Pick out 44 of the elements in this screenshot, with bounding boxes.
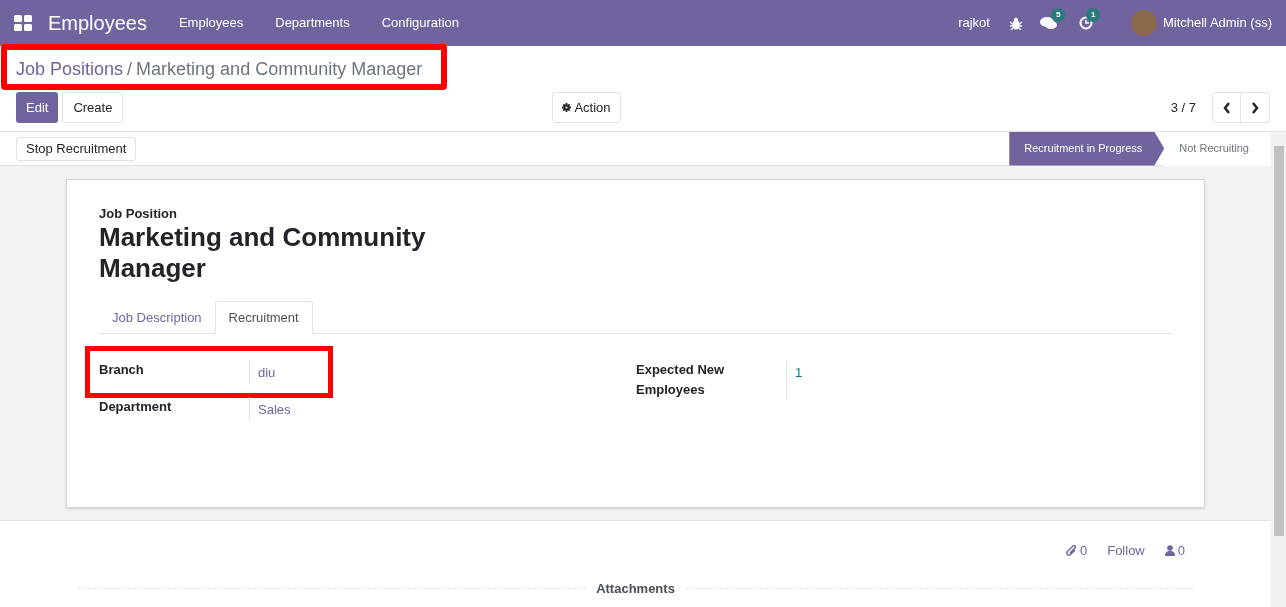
scrollbar[interactable] — [1271, 132, 1286, 607]
pager-value: 3 / 7 — [1170, 98, 1196, 117]
edit-button[interactable]: Edit — [16, 92, 59, 123]
apps-grid-icon[interactable] — [14, 15, 32, 31]
field-value[interactable]: diu — [258, 365, 276, 380]
stop-recruitment-button[interactable]: Stop Recruitment — [16, 136, 137, 161]
clock-icon[interactable] — [1078, 16, 1093, 30]
field-label: Branch — [99, 361, 145, 379]
next-button[interactable] — [1241, 92, 1270, 123]
field-value[interactable]: Sales — [258, 402, 291, 417]
chevron-right-icon — [1251, 101, 1259, 114]
form-title: Marketing and Community Manager — [99, 222, 427, 284]
follower-count[interactable]: 0 — [1177, 541, 1185, 561]
paperclip-icon[interactable] — [1065, 544, 1077, 557]
breadcrumb-separator: / — [127, 57, 133, 81]
form-tab[interactable]: Recruitment — [214, 301, 313, 334]
app-title[interactable]: Employees — [48, 8, 147, 38]
section-title: Attachments — [596, 579, 675, 598]
form-caption: Job Position — [99, 206, 178, 222]
count-badge: 5 — [1050, 8, 1066, 22]
chat-icon[interactable] — [1039, 16, 1057, 30]
count-badge: 1 — [1085, 8, 1101, 22]
action-button[interactable]: Action — [552, 92, 621, 123]
breadcrumb-current: Marketing and Community Manager — [136, 57, 423, 81]
user-icon[interactable] — [1164, 545, 1175, 557]
field-label: Expected New Employees — [636, 361, 726, 399]
menu-item[interactable]: Employees — [162, 0, 260, 46]
status-stage[interactable]: Recruitment in Progress — [1009, 131, 1165, 166]
breadcrumb-link[interactable]: Job Positions — [16, 55, 124, 83]
previous-button[interactable] — [1212, 92, 1241, 123]
menu-item[interactable]: Configuration — [365, 0, 475, 46]
menu-item[interactable]: Departments — [259, 0, 366, 46]
form-tab[interactable]: Job Description — [99, 301, 215, 334]
attachment-count[interactable]: 0 — [1079, 541, 1088, 561]
gear-icon — [562, 103, 572, 112]
field-label: Department — [99, 398, 173, 416]
user-name[interactable]: Mitchell Admin (ss) — [1162, 13, 1272, 33]
bug-icon[interactable] — [1009, 16, 1022, 30]
field-value: 1 — [795, 365, 803, 380]
chevron-left-icon — [1222, 101, 1231, 114]
follow-button[interactable]: Follow — [1107, 541, 1145, 561]
company-name[interactable]: rajkot — [958, 13, 990, 33]
avatar — [1130, 10, 1157, 36]
create-button[interactable]: Create — [62, 92, 124, 123]
